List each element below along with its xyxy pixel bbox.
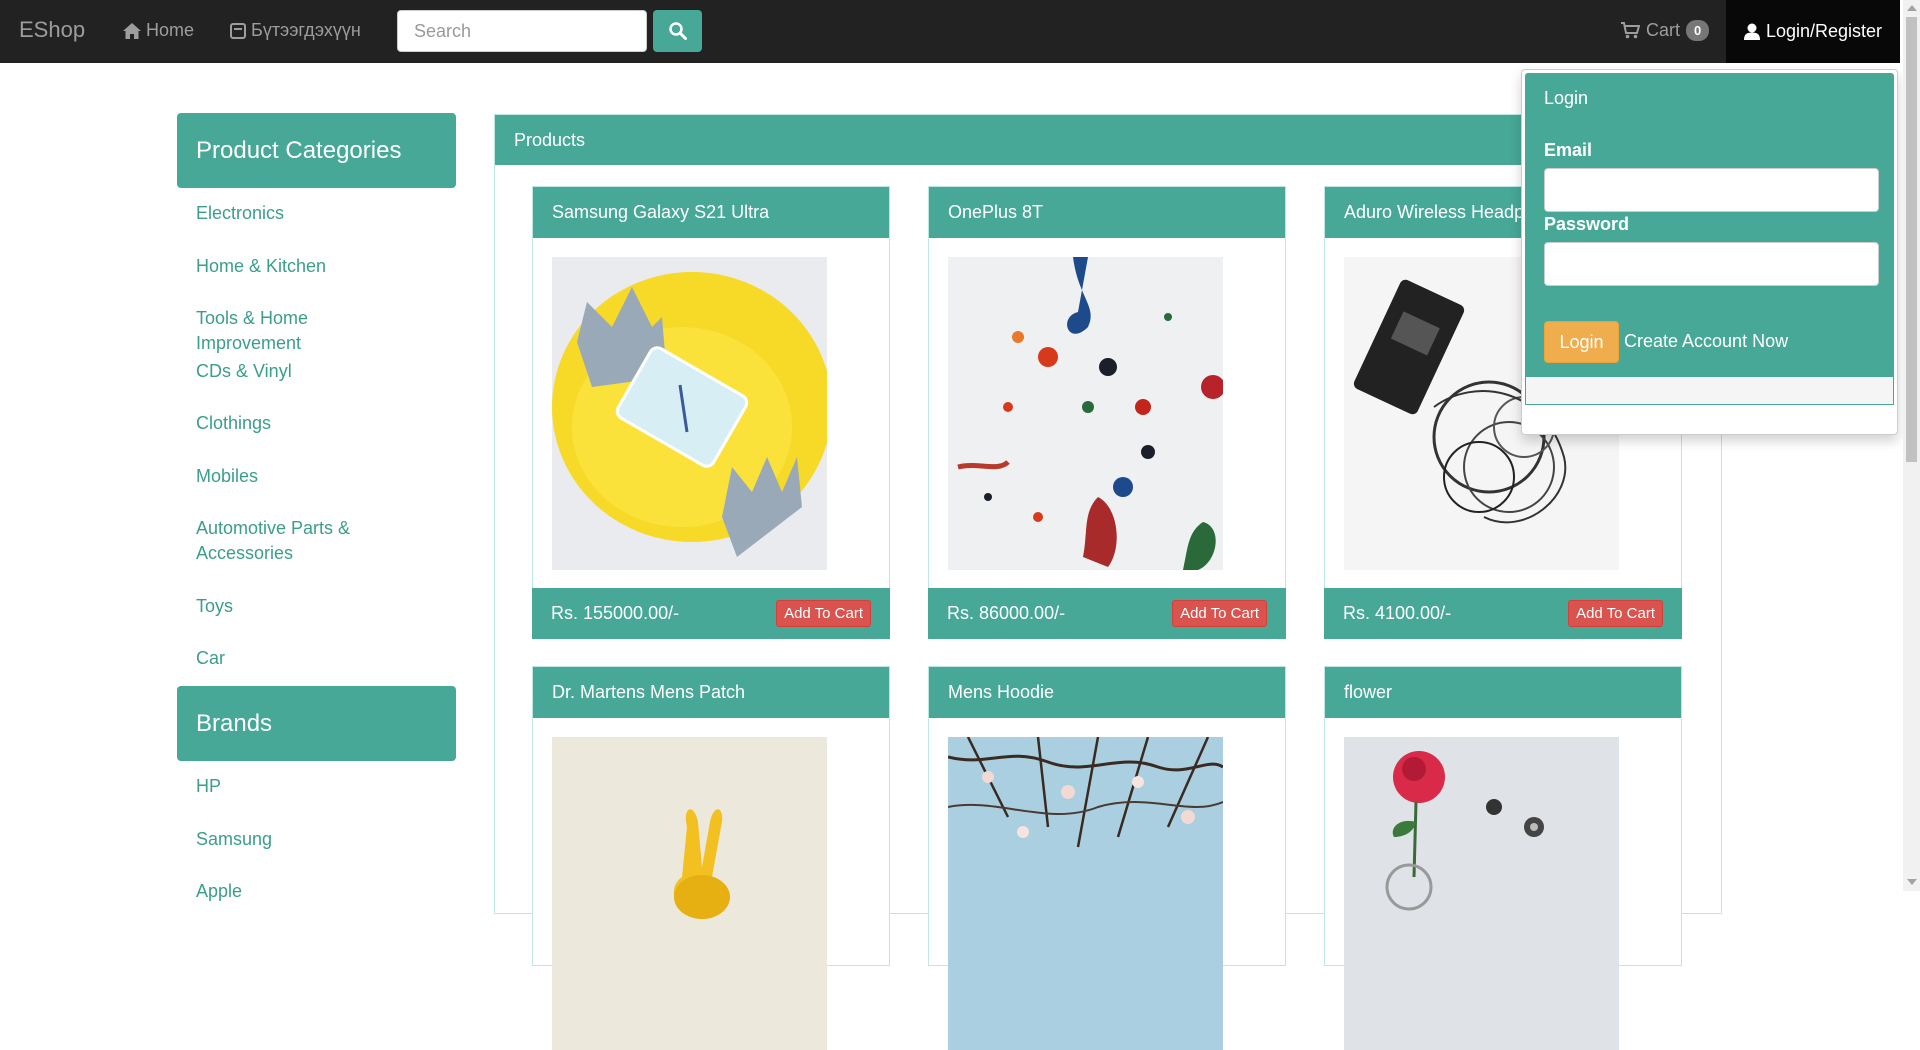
- email-field[interactable]: [1544, 168, 1879, 212]
- category-link[interactable]: Car: [196, 646, 396, 671]
- product-card: Dr. Martens Mens Patch: [532, 666, 890, 1050]
- user-icon: [1743, 23, 1760, 40]
- product-name[interactable]: flower: [1325, 667, 1681, 718]
- category-link[interactable]: Automotive Parts & Accessories: [196, 516, 366, 566]
- brand-link[interactable]: Samsung: [196, 827, 396, 852]
- brand-link[interactable]: Apple: [196, 879, 396, 904]
- category-link[interactable]: Toys: [196, 594, 396, 619]
- product-icon: [230, 22, 246, 39]
- login-panel-footer: [1525, 376, 1894, 405]
- brand-logo[interactable]: EShop: [19, 17, 85, 43]
- login-register-link[interactable]: Login/Register: [1726, 0, 1900, 63]
- login-panel: Login Email Password Login Create Accoun…: [1525, 73, 1894, 405]
- add-to-cart-button[interactable]: Add To Cart: [1568, 600, 1663, 627]
- nav-home-link[interactable]: Home: [123, 20, 194, 41]
- email-label: Email: [1544, 140, 1593, 160]
- login-button[interactable]: Login: [1544, 321, 1619, 363]
- category-link[interactable]: Home & Kitchen: [196, 254, 396, 279]
- password-field[interactable]: [1544, 242, 1879, 286]
- cart-label: Cart: [1646, 20, 1681, 40]
- product-image[interactable]: [552, 737, 827, 1050]
- cart-link[interactable]: Cart 0: [1621, 20, 1710, 41]
- search-input[interactable]: [397, 10, 647, 52]
- product-card: Mens Hoodie: [928, 666, 1286, 1050]
- product-footer: Rs. 4100.00/- Add To Cart: [1324, 588, 1682, 639]
- category-link[interactable]: Tools & Home Improvement: [196, 306, 396, 356]
- page-scrollbar[interactable]: [1903, 0, 1920, 891]
- nav-home-label: Home: [146, 20, 195, 40]
- product-image[interactable]: [1344, 737, 1619, 1050]
- category-link[interactable]: Mobiles: [196, 464, 396, 489]
- navbar: EShop Home Бүтээгдэхүүн Cart 0 Login/Reg…: [0, 0, 1900, 63]
- product-footer: Rs. 86000.00/- Add To Cart: [928, 588, 1286, 639]
- login-register-label: Login/Register: [1765, 21, 1883, 41]
- category-link[interactable]: CDs & Vinyl: [196, 359, 396, 384]
- product-price: Rs. 86000.00/-: [947, 603, 1066, 623]
- login-title: Login: [1544, 88, 1589, 108]
- scroll-up-arrow-icon[interactable]: [1907, 5, 1917, 11]
- product-image[interactable]: [948, 737, 1223, 1050]
- home-icon: [123, 22, 141, 39]
- product-card: OnePlus 8T Rs. 86000.00/- Add To Cart: [928, 186, 1286, 639]
- search-button[interactable]: [653, 10, 702, 52]
- product-name[interactable]: Dr. Martens Mens Patch: [533, 667, 889, 718]
- product-price: Rs. 155000.00/-: [551, 603, 680, 623]
- create-account-link[interactable]: Create Account Now: [1624, 331, 1788, 352]
- product-card: flower: [1324, 666, 1682, 1050]
- add-to-cart-button[interactable]: Add To Cart: [776, 600, 871, 627]
- product-name[interactable]: OnePlus 8T: [929, 187, 1285, 238]
- login-dropdown: Login Email Password Login Create Accoun…: [1521, 69, 1898, 435]
- product-image[interactable]: [948, 257, 1223, 570]
- add-to-cart-button[interactable]: Add To Cart: [1172, 600, 1267, 627]
- brands-heading: Brands: [177, 686, 456, 761]
- product-name[interactable]: Samsung Galaxy S21 Ultra: [533, 187, 889, 238]
- product-price: Rs. 4100.00/-: [1343, 603, 1452, 623]
- scrollbar-thumb[interactable]: [1906, 17, 1917, 462]
- product-card: Samsung Galaxy S21 Ultra Rs. 155000.00/-…: [532, 186, 890, 639]
- nav-products-link[interactable]: Бүтээгдэхүүн: [230, 20, 361, 41]
- product-name[interactable]: Mens Hoodie: [929, 667, 1285, 718]
- nav-products-label: Бүтээгдэхүүн: [251, 20, 361, 40]
- category-link[interactable]: Electronics: [196, 201, 396, 226]
- password-label: Password: [1544, 214, 1630, 234]
- brand-link[interactable]: HP: [196, 774, 396, 799]
- categories-heading: Product Categories: [177, 113, 456, 188]
- product-image[interactable]: [552, 257, 827, 570]
- category-link[interactable]: Clothings: [196, 411, 396, 436]
- search-icon: [668, 22, 687, 40]
- product-footer: Rs. 155000.00/- Add To Cart: [532, 588, 890, 639]
- cart-count-badge: 0: [1686, 20, 1710, 41]
- scroll-down-arrow-icon[interactable]: [1907, 879, 1917, 885]
- cart-icon: [1621, 22, 1640, 39]
